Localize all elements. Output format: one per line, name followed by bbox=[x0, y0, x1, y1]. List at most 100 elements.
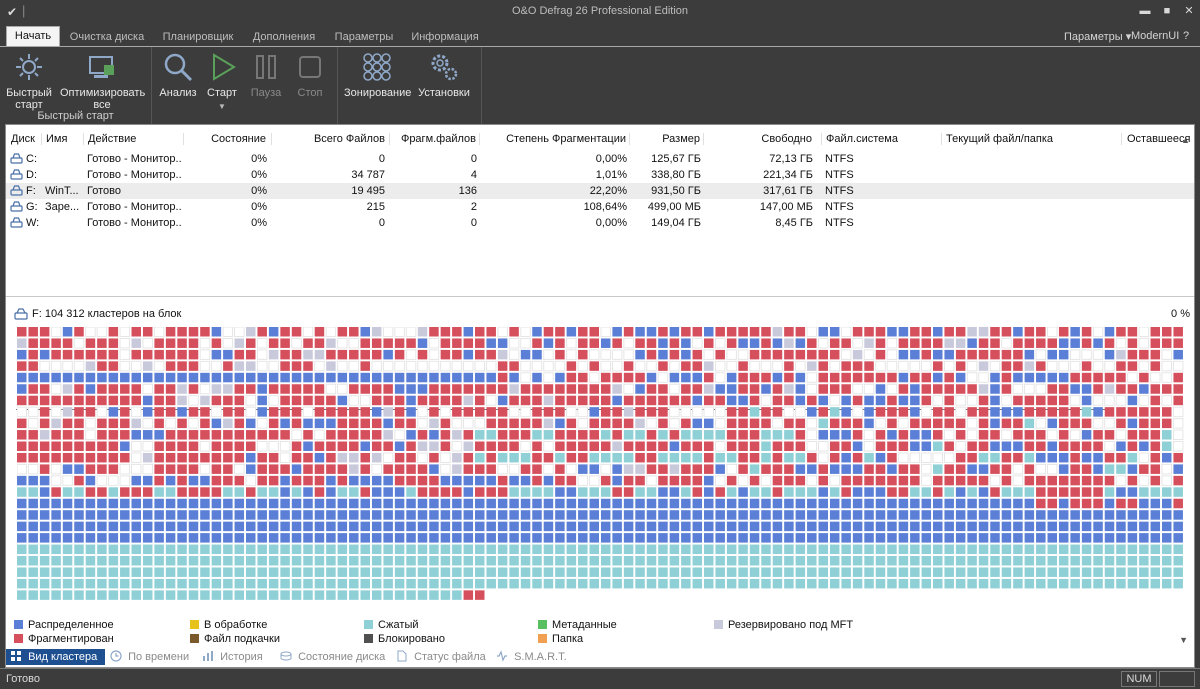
tab-scheduler[interactable]: Планировщик bbox=[156, 28, 240, 46]
magnifier-icon bbox=[164, 53, 193, 82]
view-tab-time[interactable]: По времени bbox=[110, 649, 189, 665]
settings-button[interactable]: Установки bbox=[416, 51, 472, 99]
col-state[interactable]: Состояние bbox=[183, 133, 271, 145]
cluster-block bbox=[795, 521, 806, 532]
zoning-button[interactable]: Зонирование bbox=[344, 51, 411, 99]
cluster-block bbox=[1093, 452, 1103, 463]
cluster-block bbox=[131, 521, 141, 532]
view-tab-smart[interactable]: S.M.A.R.T. bbox=[496, 649, 567, 665]
col-fragmented-files[interactable]: Фрагм.файлов bbox=[389, 133, 479, 145]
cluster-block bbox=[578, 578, 588, 589]
analyze-button[interactable]: Анализ bbox=[158, 51, 198, 99]
cluster-block bbox=[383, 510, 393, 520]
cluster-block bbox=[692, 384, 703, 394]
col-fragmentation-degree[interactable]: Степень Фрагментации bbox=[479, 133, 629, 145]
cluster-block bbox=[463, 338, 474, 348]
table-row[interactable]: F: WinT... Готово 0% 19 495 136 22,20% 931,50 Г… bbox=[6, 183, 1194, 199]
tab-parameters[interactable]: Параметры bbox=[328, 28, 400, 46]
tab-info[interactable]: Информация bbox=[406, 28, 484, 46]
cluster-block bbox=[223, 349, 233, 360]
cluster-block bbox=[39, 360, 50, 372]
cluster-block bbox=[852, 521, 863, 532]
tab-disk-cleanup[interactable]: Очистка диска bbox=[64, 28, 150, 46]
tab-start[interactable]: Начать bbox=[6, 26, 60, 47]
col-name[interactable]: Имя bbox=[41, 133, 81, 145]
cluster-block bbox=[452, 372, 462, 383]
cluster-block bbox=[990, 384, 1000, 394]
tab-addons[interactable]: Дополнения bbox=[246, 28, 322, 46]
cluster-block bbox=[188, 544, 199, 555]
col-size[interactable]: Размер bbox=[629, 133, 703, 145]
col-disk[interactable]: Диск bbox=[11, 133, 41, 145]
help-button[interactable]: ? bbox=[1183, 30, 1189, 42]
cluster-block bbox=[406, 372, 416, 383]
col-action[interactable]: Действие bbox=[83, 133, 183, 145]
cluster-block bbox=[520, 464, 531, 474]
params-dropdown[interactable]: Параметры ▾ bbox=[1064, 30, 1131, 43]
cluster-block bbox=[486, 487, 496, 497]
start-dropdown-icon[interactable]: ▼ bbox=[204, 101, 240, 113]
cluster-block bbox=[875, 452, 886, 463]
cluster-block bbox=[303, 475, 313, 486]
cluster-block bbox=[784, 464, 794, 474]
cluster-block bbox=[681, 361, 691, 371]
cluster-block bbox=[497, 578, 508, 589]
theme-label[interactable]: ModernUI bbox=[1131, 30, 1179, 42]
cluster-block bbox=[600, 418, 611, 429]
cluster-block bbox=[967, 338, 977, 348]
group-quick-start-caption: Быстрый старт bbox=[37, 110, 114, 122]
cluster-block bbox=[62, 338, 73, 348]
minimize-icon[interactable]: ▬ bbox=[1134, 2, 1156, 20]
cluster-block bbox=[1104, 441, 1115, 452]
cluster-block bbox=[944, 544, 954, 555]
col-filesystem[interactable]: Файл.система bbox=[821, 133, 941, 145]
cluster-block bbox=[1172, 406, 1184, 418]
close-icon[interactable]: ✕ bbox=[1178, 2, 1200, 20]
cluster-block bbox=[635, 418, 645, 429]
table-row[interactable]: G: Заре... Готово - Монитор... 0% 215 2 108,64… bbox=[6, 199, 1194, 215]
cluster-block bbox=[28, 498, 38, 509]
maximize-icon[interactable]: ■ bbox=[1156, 2, 1178, 20]
cluster-block bbox=[200, 487, 210, 497]
cluster-block bbox=[165, 338, 176, 348]
view-tab-disk-state[interactable]: Состояние диска bbox=[280, 649, 385, 665]
cluster-block bbox=[887, 452, 897, 463]
cluster-block bbox=[314, 567, 325, 577]
cluster-block bbox=[772, 360, 783, 372]
stop-button[interactable]: Стоп bbox=[292, 51, 328, 99]
table-row[interactable]: W: Готово - Монитор... 0% 0 0 0,00% 149,04 ГБ 8… bbox=[6, 215, 1194, 231]
col-free[interactable]: Свободно bbox=[703, 133, 815, 145]
cluster-block bbox=[864, 338, 874, 348]
cluster-block bbox=[474, 360, 485, 372]
cluster-block bbox=[417, 475, 428, 486]
cluster-block bbox=[394, 533, 405, 543]
view-tab-file-status[interactable]: Статус файла bbox=[396, 649, 486, 665]
table-row[interactable]: C: Готово - Монитор... 0% 0 0 0,00% 125,67 ГБ 7… bbox=[6, 151, 1194, 167]
table-row[interactable]: D: Готово - Монитор... 0% 34 787 4 1,01% 338,8… bbox=[6, 167, 1194, 183]
pause-button[interactable]: Пауза bbox=[248, 51, 284, 99]
cluster-block bbox=[829, 327, 840, 337]
col-current-file[interactable]: Текущий файл/папка bbox=[941, 133, 1121, 145]
cluster-block bbox=[692, 430, 703, 440]
cluster-block bbox=[784, 327, 794, 337]
optimize-all-button[interactable]: Оптимизировать все bbox=[60, 51, 145, 111]
cluster-block bbox=[566, 337, 577, 349]
cluster-block bbox=[177, 395, 187, 406]
cluster-block bbox=[1024, 475, 1035, 486]
quick-start-button[interactable]: Быстрый старт bbox=[4, 51, 54, 111]
cluster-block bbox=[349, 487, 359, 497]
cluster-block bbox=[704, 521, 714, 532]
cluster-map[interactable] bbox=[17, 327, 1185, 607]
col-total-files[interactable]: Всего Файлов bbox=[271, 133, 389, 145]
cluster-block bbox=[475, 510, 485, 520]
cluster-block bbox=[898, 407, 909, 417]
cluster-block bbox=[1150, 533, 1161, 543]
view-tab-history[interactable]: История bbox=[202, 649, 263, 665]
view-tab-cluster[interactable]: Вид кластера bbox=[6, 649, 105, 665]
scroll-down-icon[interactable]: ▼ bbox=[1179, 635, 1188, 645]
start-button[interactable]: Старт ▼ bbox=[204, 51, 240, 113]
cluster-block bbox=[246, 498, 256, 509]
cluster-block bbox=[555, 510, 565, 520]
scroll-up-icon[interactable]: ▲ bbox=[1181, 135, 1190, 145]
cluster-block bbox=[875, 498, 886, 509]
